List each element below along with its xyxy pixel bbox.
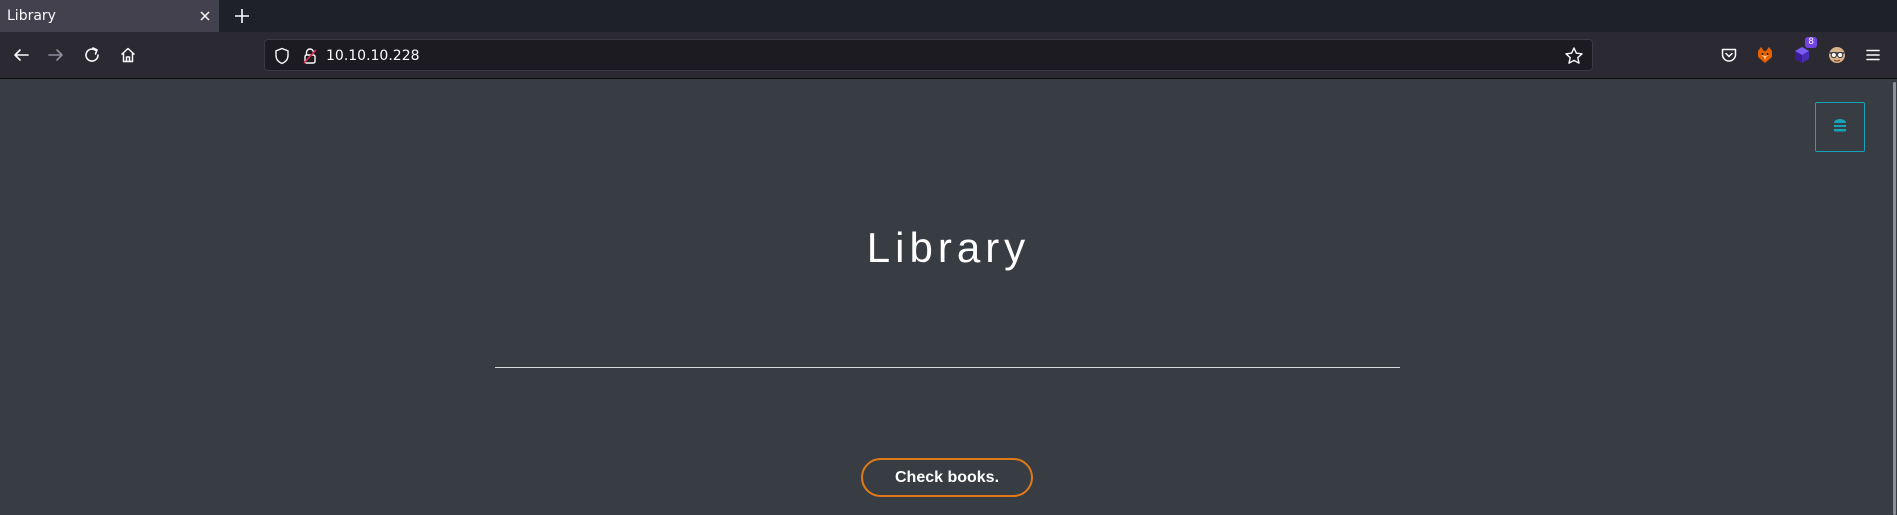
- browser-tab[interactable]: Library: [0, 0, 219, 32]
- close-icon[interactable]: [197, 8, 213, 24]
- page-content: [0, 79, 1897, 515]
- navigation-toolbar: 10.10.10.228 8: [0, 32, 1897, 79]
- scrollbar-thumb[interactable]: [1893, 82, 1896, 515]
- divider: [495, 367, 1400, 368]
- tab-title: Library: [7, 8, 56, 24]
- page-title: Library: [866, 224, 1031, 271]
- lock-icon[interactable]: [301, 47, 319, 65]
- star-icon[interactable]: [1564, 46, 1584, 66]
- home-icon[interactable]: [116, 43, 140, 67]
- menu-toggle-icon: [1831, 118, 1849, 136]
- menu-toggle-button[interactable]: [1815, 102, 1865, 152]
- hamburger-menu-icon[interactable]: [1861, 43, 1885, 67]
- cube-extension-icon[interactable]: 8: [1790, 37, 1817, 67]
- check-books-button[interactable]: Check books.: [861, 458, 1033, 497]
- back-arrow-icon[interactable]: [9, 43, 33, 67]
- reload-icon[interactable]: [80, 43, 104, 67]
- spy-extension-icon[interactable]: [1825, 43, 1849, 67]
- url-text[interactable]: 10.10.10.228: [326, 47, 420, 65]
- forward-arrow-icon[interactable]: [44, 43, 68, 67]
- plus-icon[interactable]: [232, 6, 252, 26]
- shield-icon[interactable]: [273, 47, 291, 65]
- pocket-icon[interactable]: [1717, 43, 1741, 67]
- tab-strip: Library: [0, 0, 1897, 32]
- extension-badge: 8: [1805, 37, 1817, 48]
- address-bar[interactable]: 10.10.10.228: [264, 39, 1593, 71]
- fox-extension-icon[interactable]: [1753, 43, 1777, 67]
